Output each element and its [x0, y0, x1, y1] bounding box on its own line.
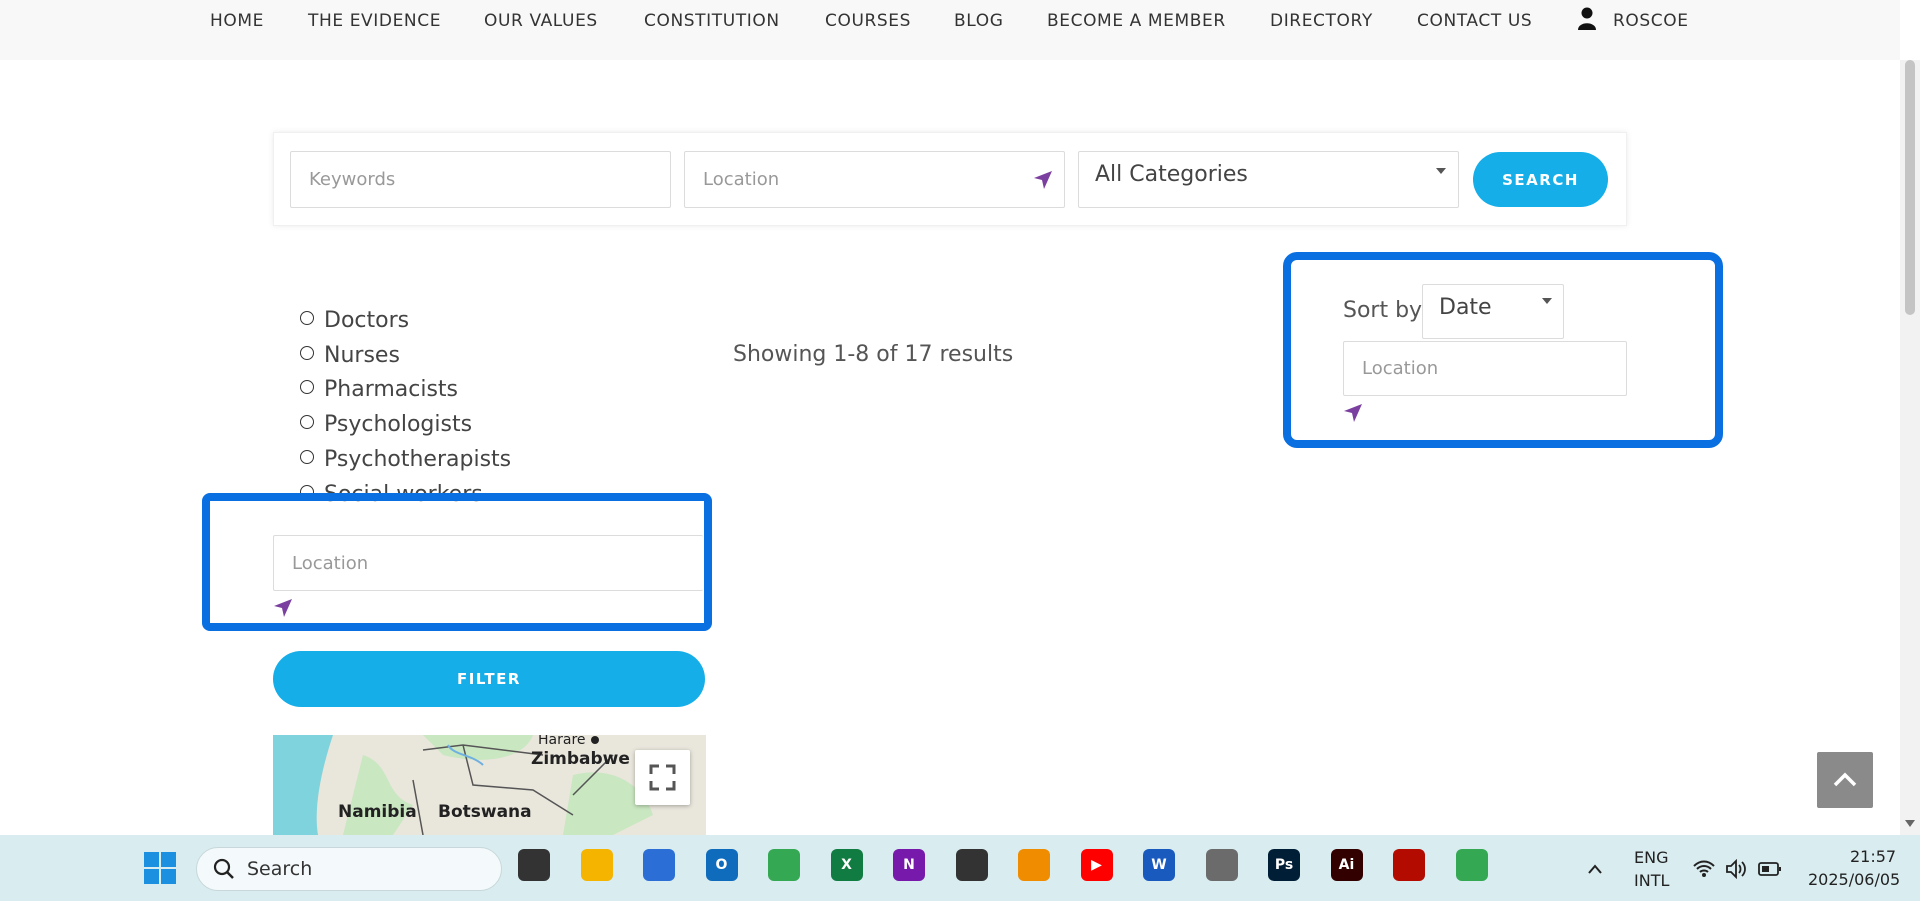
wifi-icon[interactable] — [1692, 859, 1716, 879]
filter-option-pharmacists[interactable]: Pharmacists — [300, 377, 458, 402]
microsoft-store-icon[interactable] — [643, 849, 675, 881]
map-fullscreen-button[interactable] — [635, 750, 690, 805]
radio-icon[interactable] — [300, 345, 314, 360]
filter-option-label: Psychotherapists — [324, 447, 512, 472]
search-button[interactable]: SEARCH — [1473, 152, 1608, 207]
clock-time[interactable]: 21:57 — [1850, 847, 1896, 866]
nav-user-name[interactable]: ROSCOE — [1613, 11, 1689, 31]
nav-directory[interactable]: DIRECTORY — [1270, 11, 1373, 31]
calculator-icon[interactable] — [1205, 849, 1238, 881]
category-value: All Categories — [1095, 162, 1248, 187]
fullscreen-icon — [649, 764, 676, 791]
vlc-icon[interactable] — [1018, 849, 1050, 881]
windows-start-icon[interactable] — [144, 852, 176, 884]
filter-option-label: Psychologists — [324, 412, 473, 437]
chevron-up-icon[interactable] — [1587, 860, 1603, 874]
location-placeholder: Location — [703, 169, 780, 190]
language-top[interactable]: ENG — [1634, 848, 1668, 867]
photoshop-icon[interactable]: Ps — [1268, 849, 1300, 881]
keywords-placeholder: Keywords — [309, 169, 396, 190]
filter-button[interactable]: FILTER — [273, 651, 705, 707]
onenote-icon[interactable]: N — [893, 849, 925, 881]
radio-icon[interactable] — [300, 310, 314, 325]
filter-option-label: Pharmacists — [324, 377, 459, 402]
nav-become-a-member[interactable]: BECOME A MEMBER — [1047, 11, 1226, 31]
radio-icon[interactable] — [300, 449, 314, 464]
user-icon[interactable] — [1576, 6, 1598, 30]
nav-contact-us[interactable]: CONTACT US — [1417, 11, 1532, 31]
top-navigation: HOME THE EVIDENCE OUR VALUES CONSTITUTIO… — [0, 0, 1900, 60]
nav-our-values[interactable]: OUR VALUES — [484, 11, 598, 31]
filter-option-label: Doctors — [324, 308, 410, 333]
taskbar-search-label: Search — [247, 858, 313, 880]
annotation-box-right — [1283, 252, 1723, 448]
search-icon — [213, 858, 234, 879]
category-caret-icon — [1436, 168, 1446, 174]
results-summary: Showing 1-8 of 17 results — [733, 342, 1014, 367]
clock-date[interactable]: 2025/06/05 — [1808, 870, 1900, 889]
battery-icon[interactable] — [1758, 861, 1782, 877]
chrome-icon[interactable] — [768, 849, 800, 881]
nav-courses[interactable]: COURSES — [825, 11, 911, 31]
youtube-icon[interactable]: ▶ — [1080, 849, 1113, 881]
acrobat-icon[interactable] — [1393, 849, 1425, 881]
map-label-namibia: Namibia — [338, 802, 417, 822]
scroll-down-arrow-icon[interactable] — [1905, 820, 1915, 827]
taskbar-search[interactable]: Search — [196, 847, 502, 891]
nav-the-evidence[interactable]: THE EVIDENCE — [308, 11, 441, 31]
keywords-input[interactable]: Keywords — [290, 151, 671, 208]
radio-icon[interactable] — [300, 414, 314, 429]
location-input[interactable]: Location — [684, 151, 1065, 208]
illustrator-icon[interactable]: Ai — [1330, 849, 1363, 881]
file-explorer-icon[interactable] — [580, 849, 613, 881]
page-scrollbar[interactable] — [1900, 60, 1920, 835]
filter-option-psychologists[interactable]: Psychologists — [300, 412, 472, 437]
filter-option-nurses[interactable]: Nurses — [300, 343, 400, 368]
map-label-zimbabwe: Zimbabwe — [531, 749, 630, 769]
filter-option-label: Nurses — [324, 343, 400, 368]
nav-constitution[interactable]: CONSTITUTION — [644, 11, 780, 31]
category-select[interactable]: All Categories — [1078, 151, 1459, 208]
chrome-active-icon[interactable] — [1455, 849, 1488, 881]
task-view-icon[interactable] — [518, 849, 550, 881]
filter-option-doctors[interactable]: Doctors — [300, 308, 409, 333]
nav-blog[interactable]: BLOG — [954, 11, 1003, 31]
outlook-icon[interactable]: O — [705, 849, 738, 881]
radio-icon[interactable] — [300, 379, 314, 394]
scrollbar-thumb[interactable] — [1905, 60, 1915, 315]
map-label-harare: Harare — [538, 735, 586, 748]
sticky-notes-icon[interactable] — [955, 849, 988, 881]
annotation-box-left — [202, 493, 712, 631]
map-label-botswana: Botswana — [438, 802, 532, 822]
map[interactable]: Harare Zimbabwe Namibia Botswana — [273, 735, 706, 835]
windows-taskbar: Search O X N ▶ W Ps Ai ENG INTL 21:57 2025/06/… — [0, 835, 1920, 901]
volume-icon[interactable] — [1725, 858, 1749, 880]
excel-icon[interactable]: X — [830, 849, 863, 881]
chevron-up-icon — [1833, 772, 1857, 787]
filter-option-psychotherapists[interactable]: Psychotherapists — [300, 447, 511, 472]
back-to-top-button[interactable] — [1817, 752, 1873, 808]
location-arrow-icon[interactable] — [1033, 170, 1053, 190]
language-bottom[interactable]: INTL — [1634, 871, 1669, 890]
word-icon[interactable]: W — [1143, 849, 1175, 881]
nav-home[interactable]: HOME — [210, 11, 264, 31]
